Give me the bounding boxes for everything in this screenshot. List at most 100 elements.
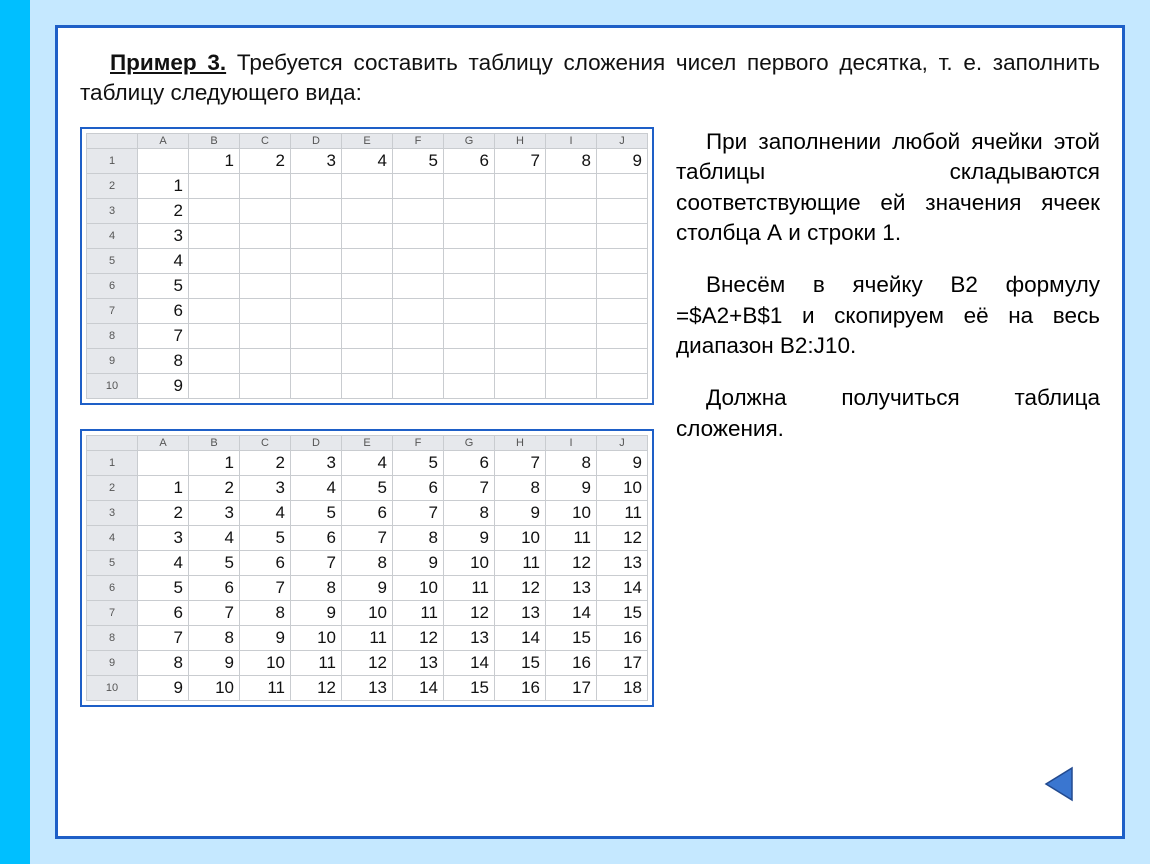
cell[interactable]: 6	[393, 475, 444, 500]
row-header[interactable]: 10	[87, 675, 138, 700]
cell[interactable]: 2	[189, 475, 240, 500]
row-header[interactable]: 8	[87, 323, 138, 348]
cell[interactable]: 12	[444, 600, 495, 625]
cell[interactable]: 8	[342, 550, 393, 575]
cell[interactable]: 11	[240, 675, 291, 700]
cell[interactable]: 12	[291, 675, 342, 700]
cell[interactable]	[189, 323, 240, 348]
column-header[interactable]: J	[597, 133, 648, 148]
cell[interactable]: 11	[444, 575, 495, 600]
cell[interactable]: 9	[138, 675, 189, 700]
cell[interactable]: 7	[138, 625, 189, 650]
cell[interactable]: 7	[495, 148, 546, 173]
cell[interactable]	[342, 298, 393, 323]
cell[interactable]	[240, 173, 291, 198]
cell[interactable]	[189, 298, 240, 323]
cell[interactable]: 4	[138, 248, 189, 273]
cell[interactable]	[189, 373, 240, 398]
cell[interactable]: 6	[342, 500, 393, 525]
cell[interactable]	[393, 273, 444, 298]
row-header[interactable]: 3	[87, 500, 138, 525]
cell[interactable]: 14	[597, 575, 648, 600]
cell[interactable]: 6	[444, 148, 495, 173]
cell[interactable]: 1	[138, 173, 189, 198]
cell[interactable]	[393, 298, 444, 323]
cell[interactable]	[597, 223, 648, 248]
cell[interactable]	[597, 173, 648, 198]
cell[interactable]: 4	[138, 550, 189, 575]
cell[interactable]	[546, 273, 597, 298]
row-header[interactable]: 5	[87, 550, 138, 575]
cell[interactable]: 10	[393, 575, 444, 600]
row-header[interactable]: 9	[87, 348, 138, 373]
cell[interactable]: 5	[393, 148, 444, 173]
cell[interactable]	[240, 348, 291, 373]
cell[interactable]	[240, 198, 291, 223]
cell[interactable]: 7	[342, 525, 393, 550]
cell[interactable]: 11	[546, 525, 597, 550]
column-header[interactable]: A	[138, 133, 189, 148]
cell[interactable]	[444, 348, 495, 373]
cell[interactable]: 7	[138, 323, 189, 348]
cell[interactable]: 1	[189, 450, 240, 475]
cell[interactable]	[597, 298, 648, 323]
cell[interactable]: 2	[138, 500, 189, 525]
cell[interactable]	[393, 373, 444, 398]
column-header[interactable]: D	[291, 435, 342, 450]
cell[interactable]	[597, 348, 648, 373]
cell[interactable]	[597, 373, 648, 398]
cell[interactable]	[444, 223, 495, 248]
cell[interactable]	[291, 348, 342, 373]
row-header[interactable]: 7	[87, 298, 138, 323]
cell[interactable]	[495, 173, 546, 198]
cell[interactable]: 6	[138, 298, 189, 323]
cell[interactable]	[291, 248, 342, 273]
cell[interactable]	[546, 198, 597, 223]
row-header[interactable]: 5	[87, 248, 138, 273]
column-header[interactable]: F	[393, 133, 444, 148]
cell[interactable]	[444, 198, 495, 223]
cell[interactable]	[240, 223, 291, 248]
cell[interactable]: 10	[240, 650, 291, 675]
cell[interactable]: 9	[546, 475, 597, 500]
row-header[interactable]: 6	[87, 273, 138, 298]
row-header[interactable]: 6	[87, 575, 138, 600]
select-all-corner[interactable]	[87, 133, 138, 148]
cell[interactable]	[495, 298, 546, 323]
cell[interactable]: 16	[495, 675, 546, 700]
cell[interactable]: 10	[291, 625, 342, 650]
cell[interactable]	[597, 273, 648, 298]
cell[interactable]: 7	[495, 450, 546, 475]
column-header[interactable]: H	[495, 435, 546, 450]
cell[interactable]: 15	[444, 675, 495, 700]
cell[interactable]: 10	[495, 525, 546, 550]
cell[interactable]	[444, 173, 495, 198]
row-header[interactable]: 1	[87, 450, 138, 475]
cell[interactable]: 8	[393, 525, 444, 550]
cell[interactable]: 9	[444, 525, 495, 550]
cell[interactable]: 4	[240, 500, 291, 525]
cell[interactable]: 5	[393, 450, 444, 475]
cell[interactable]: 10	[546, 500, 597, 525]
cell[interactable]: 5	[189, 550, 240, 575]
cell[interactable]	[597, 323, 648, 348]
cell[interactable]: 6	[138, 600, 189, 625]
cell[interactable]: 13	[597, 550, 648, 575]
cell[interactable]	[291, 223, 342, 248]
row-header[interactable]: 2	[87, 475, 138, 500]
cell[interactable]: 6	[444, 450, 495, 475]
cell[interactable]: 13	[342, 675, 393, 700]
cell[interactable]	[597, 248, 648, 273]
cell[interactable]: 9	[240, 625, 291, 650]
column-header[interactable]: F	[393, 435, 444, 450]
cell[interactable]: 17	[597, 650, 648, 675]
cell[interactable]: 10	[189, 675, 240, 700]
cell[interactable]	[189, 348, 240, 373]
cell[interactable]	[546, 323, 597, 348]
cell[interactable]	[495, 323, 546, 348]
cell[interactable]	[291, 373, 342, 398]
cell[interactable]: 17	[546, 675, 597, 700]
cell[interactable]: 6	[291, 525, 342, 550]
row-header[interactable]: 3	[87, 198, 138, 223]
cell[interactable]	[444, 273, 495, 298]
